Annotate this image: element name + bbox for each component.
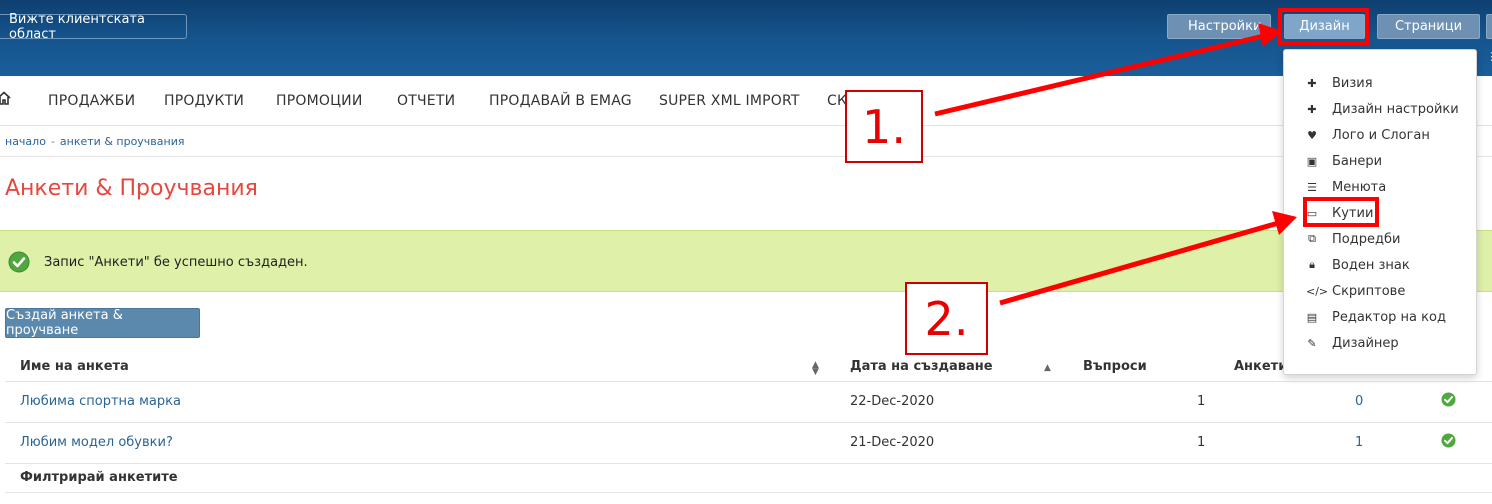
step-2-label: 2. [905, 282, 988, 355]
more-icon[interactable]: ⋮ [1486, 50, 1492, 63]
poll-date: 22-Dec-2020 [850, 394, 935, 409]
main-nav: ПРОДАЖБИ ПРОДУКТИ ПРОМОЦИИ ОТЧЕТИ ПРОДАВ… [0, 76, 1492, 126]
highlight-design-button [1278, 8, 1369, 45]
nav-item-products[interactable]: ПРОДУКТИ [164, 93, 244, 109]
top-bar: Вижте клиентската област Настройки Дизай… [0, 0, 1492, 76]
client-area-button[interactable]: Вижте клиентската област [0, 12, 187, 42]
breadcrumb: начало - анкети & проучвания [5, 135, 185, 148]
puzzle-icon: ✚ [1307, 102, 1317, 116]
poll-name-link[interactable]: Любима спортна марка [20, 394, 181, 409]
menu-item-code-editor[interactable]: ▤ Редактор на код [1284, 307, 1476, 327]
nav-item-xml-import[interactable]: SUPER XML IMPORT [659, 93, 800, 109]
highlight-boxes-item [1303, 197, 1379, 227]
menu-item-label: Скриптове [1332, 283, 1406, 299]
alert-message: Запис "Анкети" бе успешно създаден. [44, 255, 308, 270]
lock-icon: 🔒︎ [1309, 258, 1315, 271]
arrange-icon: ⧉ [1308, 232, 1316, 245]
code-icon: </> [1306, 284, 1329, 298]
menu-item-scripts[interactable]: </> Скриптове [1284, 281, 1476, 301]
menu-item-label: Лого и Слоган [1332, 127, 1430, 143]
heart-icon: ♥ [1307, 128, 1317, 142]
home-icon[interactable] [0, 91, 11, 105]
menu-item-label: Воден знак [1332, 257, 1410, 273]
create-poll-button[interactable]: Създай анкета & проучване [5, 308, 200, 338]
sort-icon[interactable]: ▼ [812, 367, 819, 377]
filter-title: Филтрирай анкетите [20, 470, 178, 485]
column-header-polls[interactable]: Анкети [1234, 359, 1287, 374]
poll-questions: 1 [1197, 435, 1206, 450]
menu-item-menus[interactable]: ☰ Менюта [1284, 177, 1476, 197]
nav-item-promotions[interactable]: ПРОМОЦИИ [276, 93, 363, 109]
menu-item-design-settings[interactable]: ✚ Дизайн настройки [1284, 99, 1476, 119]
divider [5, 381, 1492, 382]
column-header-date[interactable]: Дата на създаване [850, 359, 993, 374]
nav-item-sales[interactable]: ПРОДАЖБИ [48, 93, 135, 109]
poll-date: 21-Dec-2020 [850, 435, 935, 450]
breadcrumb-home[interactable]: начало [5, 135, 46, 148]
divider [5, 463, 1492, 464]
sort-asc-icon[interactable]: ▲ [1044, 363, 1051, 373]
menu-item-label: Дизайнер [1332, 335, 1399, 351]
column-header-name[interactable]: Име на анкета [20, 359, 129, 374]
nav-item-reports[interactable]: ОТЧЕТИ [397, 93, 455, 109]
step-1-label: 1. [845, 90, 923, 163]
active-check-icon[interactable] [1441, 392, 1456, 407]
divider [5, 422, 1492, 423]
editor-icon: ▤ [1306, 310, 1318, 324]
nav-item-emag[interactable]: ПРОДАВАЙ В EMAG [489, 93, 632, 109]
menu-item-label: Дизайн настройки [1332, 101, 1459, 117]
menu-item-label: Визия [1332, 75, 1373, 91]
poll-count-link[interactable]: 0 [1355, 394, 1363, 409]
active-check-icon[interactable] [1441, 433, 1456, 448]
settings-button[interactable]: Настройки [1167, 14, 1271, 39]
breadcrumb-current[interactable]: анкети & проучвания [60, 135, 185, 148]
poll-questions: 1 [1197, 394, 1206, 409]
page-title: Анкети & Проучвания [5, 176, 258, 201]
menu-item-watermark[interactable]: 🔒︎ Воден знак [1284, 255, 1476, 275]
menu-item-label: Подредби [1332, 231, 1401, 247]
divider [5, 492, 1492, 493]
extra-button[interactable] [1486, 14, 1492, 39]
menu-item-label: Банери [1332, 153, 1383, 169]
divider [0, 156, 1492, 157]
brush-icon: ✎ [1307, 336, 1317, 350]
menu-item-logo[interactable]: ♥ Лого и Слоган [1284, 125, 1476, 145]
menu-item-arrange[interactable]: ⧉ Подредби [1284, 229, 1476, 249]
poll-count-link[interactable]: 1 [1355, 435, 1363, 450]
success-alert: Запис "Анкети" бе успешно създаден. [0, 230, 1492, 292]
check-circle-icon [8, 251, 30, 273]
column-header-questions[interactable]: Въпроси [1083, 359, 1147, 374]
menu-item-designer[interactable]: ✎ Дизайнер [1284, 333, 1476, 353]
image-icon: ▣ [1306, 154, 1318, 168]
breadcrumb-separator: - [50, 135, 55, 148]
menu-item-banners[interactable]: ▣ Банери [1284, 151, 1476, 171]
list-icon: ☰ [1307, 180, 1317, 194]
menu-item-label: Редактор на код [1332, 309, 1446, 325]
puzzle-icon: ✚ [1307, 76, 1317, 90]
menu-item-vision[interactable]: ✚ Визия [1284, 73, 1476, 93]
poll-name-link[interactable]: Любим модел обувки? [20, 435, 173, 450]
pages-button[interactable]: Страници [1377, 14, 1480, 39]
menu-item-label: Менюта [1332, 179, 1387, 195]
